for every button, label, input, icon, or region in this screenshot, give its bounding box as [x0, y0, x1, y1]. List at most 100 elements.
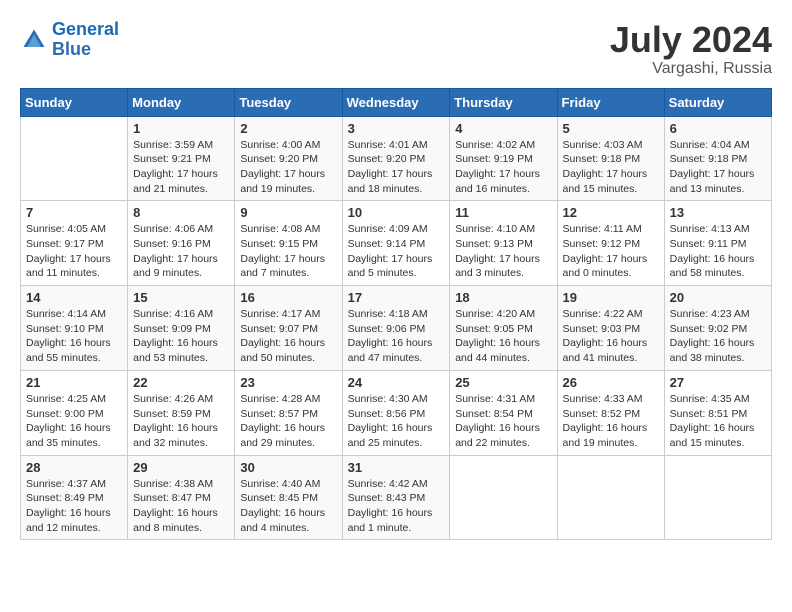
day-info: Sunrise: 4:18 AMSunset: 9:06 PMDaylight:…	[348, 307, 445, 366]
calendar-week-1: 7 Sunrise: 4:05 AMSunset: 9:17 PMDaylight…	[21, 201, 772, 286]
day-number: 15	[133, 290, 229, 305]
location-title: Vargashi, Russia	[610, 60, 772, 78]
day-info: Sunrise: 4:38 AMSunset: 8:47 PMDaylight:…	[133, 477, 229, 536]
day-info: Sunrise: 4:13 AMSunset: 9:11 PMDaylight:…	[670, 222, 766, 281]
calendar-cell: 18 Sunrise: 4:20 AMSunset: 9:05 PMDayligh…	[450, 286, 557, 371]
day-info: Sunrise: 4:25 AMSunset: 9:00 PMDaylight:…	[26, 392, 122, 451]
header-sunday: Sunday	[21, 88, 128, 116]
day-number: 24	[348, 375, 445, 390]
day-number: 2	[240, 121, 336, 136]
day-info: Sunrise: 4:11 AMSunset: 9:12 PMDaylight:…	[563, 222, 659, 281]
calendar-cell: 28 Sunrise: 4:37 AMSunset: 8:49 PMDayligh…	[21, 455, 128, 540]
calendar-cell	[557, 455, 664, 540]
day-info: Sunrise: 4:42 AMSunset: 8:43 PMDaylight:…	[348, 477, 445, 536]
header-saturday: Saturday	[664, 88, 771, 116]
calendar-cell: 7 Sunrise: 4:05 AMSunset: 9:17 PMDaylight…	[21, 201, 128, 286]
day-info: Sunrise: 4:28 AMSunset: 8:57 PMDaylight:…	[240, 392, 336, 451]
calendar-cell: 24 Sunrise: 4:30 AMSunset: 8:56 PMDayligh…	[342, 370, 450, 455]
header-thursday: Thursday	[450, 88, 557, 116]
calendar-cell: 2 Sunrise: 4:00 AMSunset: 9:20 PMDaylight…	[235, 116, 342, 201]
calendar-cell: 10 Sunrise: 4:09 AMSunset: 9:14 PMDayligh…	[342, 201, 450, 286]
calendar-cell: 27 Sunrise: 4:35 AMSunset: 8:51 PMDayligh…	[664, 370, 771, 455]
calendar-cell: 19 Sunrise: 4:22 AMSunset: 9:03 PMDayligh…	[557, 286, 664, 371]
calendar-cell: 15 Sunrise: 4:16 AMSunset: 9:09 PMDayligh…	[128, 286, 235, 371]
calendar-cell: 13 Sunrise: 4:13 AMSunset: 9:11 PMDayligh…	[664, 201, 771, 286]
day-number: 13	[670, 205, 766, 220]
day-number: 31	[348, 460, 445, 475]
calendar-cell: 31 Sunrise: 4:42 AMSunset: 8:43 PMDayligh…	[342, 455, 450, 540]
day-number: 11	[455, 205, 551, 220]
day-info: Sunrise: 4:09 AMSunset: 9:14 PMDaylight:…	[348, 222, 445, 281]
calendar-week-0: 1Sunrise: 3:59 AMSunset: 9:21 PMDaylight…	[21, 116, 772, 201]
calendar-cell: 30 Sunrise: 4:40 AMSunset: 8:45 PMDayligh…	[235, 455, 342, 540]
calendar-cell: 4 Sunrise: 4:02 AMSunset: 9:19 PMDaylight…	[450, 116, 557, 201]
day-info: Sunrise: 4:35 AMSunset: 8:51 PMDaylight:…	[670, 392, 766, 451]
day-number: 8	[133, 205, 229, 220]
day-info: Sunrise: 4:04 AMSunset: 9:18 PMDaylight:…	[670, 138, 766, 197]
day-number: 12	[563, 205, 659, 220]
day-number: 10	[348, 205, 445, 220]
day-info: Sunrise: 4:33 AMSunset: 8:52 PMDaylight:…	[563, 392, 659, 451]
calendar-cell: 20Sunrise: 4:23 AMSunset: 9:02 PMDayligh…	[664, 286, 771, 371]
calendar-cell: 9 Sunrise: 4:08 AMSunset: 9:15 PMDaylight…	[235, 201, 342, 286]
day-info: Sunrise: 4:05 AMSunset: 9:17 PMDaylight:…	[26, 222, 122, 281]
day-info: Sunrise: 4:08 AMSunset: 9:15 PMDaylight:…	[240, 222, 336, 281]
calendar-cell: 21Sunrise: 4:25 AMSunset: 9:00 PMDayligh…	[21, 370, 128, 455]
page-header: General Blue July 2024 Vargashi, Russia	[20, 20, 772, 78]
header-row: Sunday Monday Tuesday Wednesday Thursday…	[21, 88, 772, 116]
logo-text: General Blue	[52, 20, 119, 60]
day-number: 1	[133, 121, 229, 136]
day-number: 4	[455, 121, 551, 136]
day-number: 7	[26, 205, 122, 220]
day-number: 22	[133, 375, 229, 390]
header-wednesday: Wednesday	[342, 88, 450, 116]
logo-line2: Blue	[52, 39, 91, 59]
logo-line1: General	[52, 19, 119, 39]
day-info: Sunrise: 4:31 AMSunset: 8:54 PMDaylight:…	[455, 392, 551, 451]
header-friday: Friday	[557, 88, 664, 116]
day-info: Sunrise: 4:02 AMSunset: 9:19 PMDaylight:…	[455, 138, 551, 197]
day-info: Sunrise: 4:22 AMSunset: 9:03 PMDaylight:…	[563, 307, 659, 366]
calendar-cell	[664, 455, 771, 540]
calendar-cell: 17Sunrise: 4:18 AMSunset: 9:06 PMDayligh…	[342, 286, 450, 371]
calendar-cell: 25Sunrise: 4:31 AMSunset: 8:54 PMDayligh…	[450, 370, 557, 455]
calendar-cell: 3 Sunrise: 4:01 AMSunset: 9:20 PMDaylight…	[342, 116, 450, 201]
day-info: Sunrise: 4:03 AMSunset: 9:18 PMDaylight:…	[563, 138, 659, 197]
calendar-cell: 29Sunrise: 4:38 AMSunset: 8:47 PMDayligh…	[128, 455, 235, 540]
day-number: 26	[563, 375, 659, 390]
calendar-week-2: 14 Sunrise: 4:14 AMSunset: 9:10 PMDayligh…	[21, 286, 772, 371]
day-number: 27	[670, 375, 766, 390]
day-info: Sunrise: 4:01 AMSunset: 9:20 PMDaylight:…	[348, 138, 445, 197]
calendar-cell: 22Sunrise: 4:26 AMSunset: 8:59 PMDayligh…	[128, 370, 235, 455]
calendar-cell: 5 Sunrise: 4:03 AMSunset: 9:18 PMDaylight…	[557, 116, 664, 201]
calendar-cell: 26 Sunrise: 4:33 AMSunset: 8:52 PMDayligh…	[557, 370, 664, 455]
day-info: Sunrise: 4:20 AMSunset: 9:05 PMDaylight:…	[455, 307, 551, 366]
calendar-cell: 1Sunrise: 3:59 AMSunset: 9:21 PMDaylight…	[128, 116, 235, 201]
calendar-cell	[450, 455, 557, 540]
day-info: Sunrise: 4:16 AMSunset: 9:09 PMDaylight:…	[133, 307, 229, 366]
calendar-cell: 14 Sunrise: 4:14 AMSunset: 9:10 PMDayligh…	[21, 286, 128, 371]
day-info: Sunrise: 4:37 AMSunset: 8:49 PMDaylight:…	[26, 477, 122, 536]
calendar-header: Sunday Monday Tuesday Wednesday Thursday…	[21, 88, 772, 116]
day-number: 18	[455, 290, 551, 305]
day-info: Sunrise: 4:17 AMSunset: 9:07 PMDaylight:…	[240, 307, 336, 366]
day-number: 19	[563, 290, 659, 305]
calendar-cell: 12 Sunrise: 4:11 AMSunset: 9:12 PMDayligh…	[557, 201, 664, 286]
day-info: Sunrise: 4:30 AMSunset: 8:56 PMDaylight:…	[348, 392, 445, 451]
day-number: 20	[670, 290, 766, 305]
day-info: Sunrise: 4:00 AMSunset: 9:20 PMDaylight:…	[240, 138, 336, 197]
day-number: 5	[563, 121, 659, 136]
day-number: 23	[240, 375, 336, 390]
calendar-table: Sunday Monday Tuesday Wednesday Thursday…	[20, 88, 772, 541]
day-number: 9	[240, 205, 336, 220]
day-info: Sunrise: 4:40 AMSunset: 8:45 PMDaylight:…	[240, 477, 336, 536]
day-info: Sunrise: 4:14 AMSunset: 9:10 PMDaylight:…	[26, 307, 122, 366]
day-number: 30	[240, 460, 336, 475]
calendar-cell: 16Sunrise: 4:17 AMSunset: 9:07 PMDayligh…	[235, 286, 342, 371]
day-number: 14	[26, 290, 122, 305]
day-number: 6	[670, 121, 766, 136]
calendar-week-3: 21Sunrise: 4:25 AMSunset: 9:00 PMDayligh…	[21, 370, 772, 455]
day-number: 28	[26, 460, 122, 475]
logo-icon	[20, 26, 48, 54]
day-number: 3	[348, 121, 445, 136]
